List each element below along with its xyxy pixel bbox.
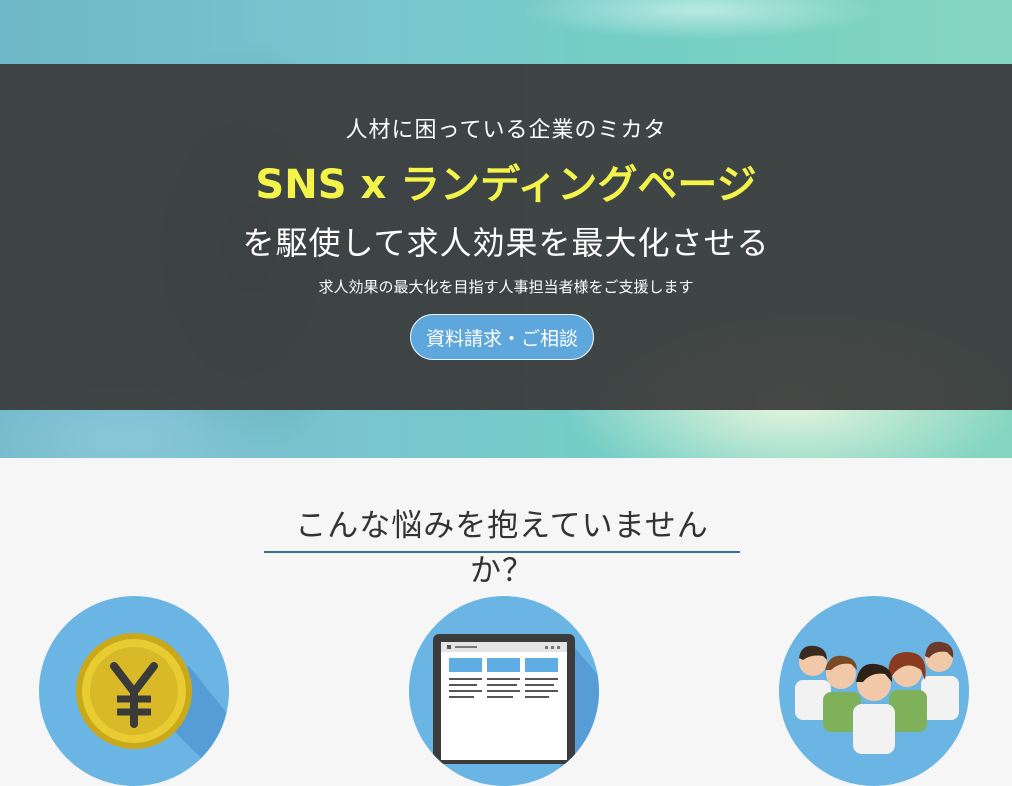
people-group-icon <box>779 596 969 786</box>
hero-subhead: を駆使して求人効果を最大化させる <box>242 224 770 262</box>
hero-overlay: 人材に困っている企業のミカタ SNS x ランディングページ を駆使して求人効果… <box>0 64 1012 410</box>
hero-bg-top-glow <box>520 0 880 40</box>
worries-title-underline <box>264 551 740 553</box>
yen-coin-icon <box>39 596 229 786</box>
hero-small-copy: 求人効果の最大化を目指す人事担当者様をご支援します <box>318 278 694 296</box>
hero-headline: SNS x ランディングページ <box>255 162 757 208</box>
browser-window-graphic <box>433 634 599 786</box>
request-consultation-button[interactable]: 資料請求・ご相談 <box>410 314 594 360</box>
hero-tagline: 人材に困っている企業のミカタ <box>345 118 667 143</box>
yen-coin-graphic <box>76 633 229 786</box>
people-group-graphic <box>795 641 959 754</box>
browser-window-icon <box>409 596 599 786</box>
hero-section: 人材に困っている企業のミカタ SNS x ランディングページ を駆使して求人効果… <box>0 0 1012 458</box>
worries-title: こんな悩みを抱えていませんか？ <box>295 508 709 589</box>
